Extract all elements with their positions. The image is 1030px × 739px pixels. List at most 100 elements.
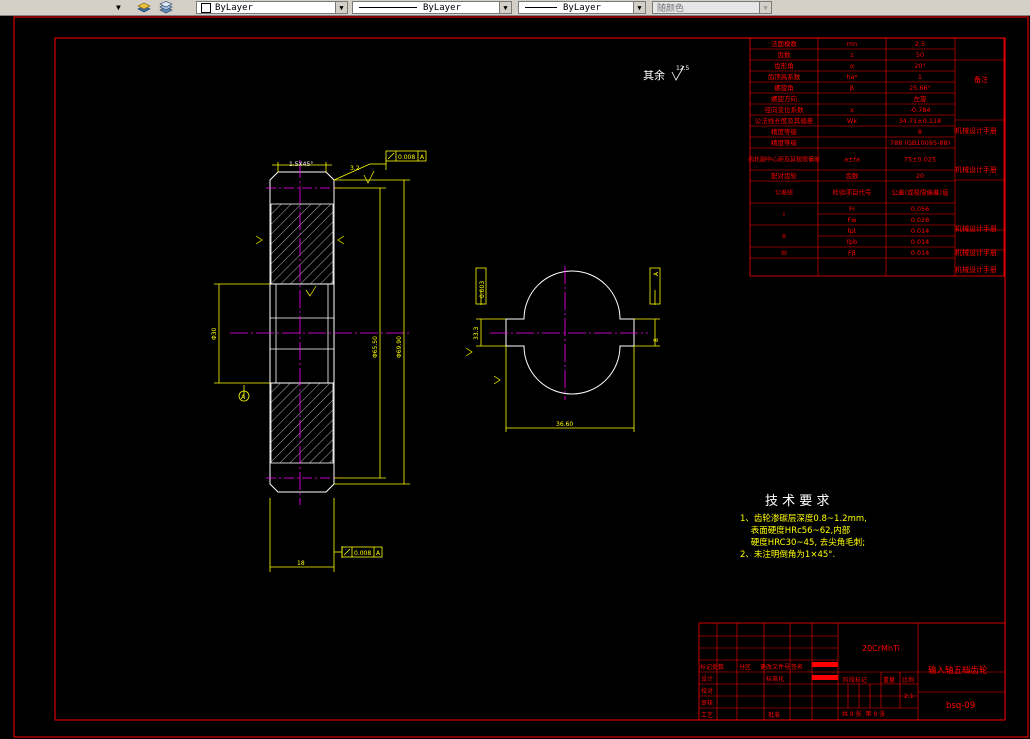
tolerance-value-cell: 0.014 xyxy=(911,238,930,246)
toolbar-leading-dropdown-tail[interactable]: ▼ xyxy=(116,1,132,14)
row-label-process: 工艺 xyxy=(701,711,713,719)
remarks-label: 备注 xyxy=(974,75,988,84)
layers-icon[interactable] xyxy=(137,1,151,14)
datum-marker-label: A xyxy=(241,394,246,401)
title-block: 20CrMnTi 输入轴五档齿轮 bsq-09 阶段标记 重量 比例 2:1 共… xyxy=(698,622,1006,721)
tolerance-symbol-cell: Fr xyxy=(849,205,855,213)
reference-note-3: 机械设计手册 xyxy=(955,224,997,233)
roughness-symbol-icon xyxy=(337,235,345,245)
chevron-down-icon[interactable]: ▼ xyxy=(633,2,645,13)
param-symbol-cell: 齿数 xyxy=(846,171,860,180)
param-symbol-cell: 检验项目代号 xyxy=(833,188,873,197)
chevron-down-icon: ▼ xyxy=(116,3,121,12)
param-name-cell: 公法线长度及其偏差 xyxy=(755,116,814,125)
tolerance-group-cell: I xyxy=(783,211,785,219)
param-value-cell: 788 (GB10095-88) xyxy=(890,139,950,147)
lineweight-control-value: ByLayer xyxy=(563,2,601,13)
plotstyle-control-dropdown[interactable]: 随颜色 ▼ xyxy=(652,1,772,14)
param-name-cell: 配对齿轮 xyxy=(771,171,798,180)
color-swatch-icon xyxy=(201,2,211,13)
tech-req-line-1: 1、齿轮渗碳层深度0.8~1.2mm, xyxy=(740,513,867,524)
scale-value: 2:1 xyxy=(904,693,914,700)
linetype-control-value: ByLayer xyxy=(423,2,461,13)
param-symbol-cell: mn xyxy=(847,40,857,48)
datum-top-label: A xyxy=(420,154,425,161)
runout-arrow-icon xyxy=(387,152,395,160)
tip-diameter-dimension: Φ69.90 xyxy=(396,336,403,358)
tolerance-value-cell: 0.056 xyxy=(911,205,930,213)
technical-requirements: 技 术 要 求 1、齿轮渗碳层深度0.8~1.2mm, 表面硬度HRc56~62… xyxy=(740,494,867,560)
lineweight-control-dropdown[interactable]: ByLayer ▼ xyxy=(518,1,646,14)
param-name-cell: 齿数 xyxy=(778,50,792,59)
roughness-symbol-icon xyxy=(465,347,473,357)
tech-req-line-3: 硬度HRC30~45, 去尖角毛刺; xyxy=(740,537,865,548)
row-label-design: 设计 xyxy=(701,675,713,683)
param-value-cell: 20 xyxy=(916,172,924,180)
tolerance-symbol-cell: Fβ xyxy=(848,249,856,257)
tolerance-symbol-cell: fpt xyxy=(848,227,857,235)
end-view-dimensions xyxy=(476,290,660,432)
param-name-cell: 法面模数 xyxy=(771,39,798,48)
gdt-frame-side-left: 0.003 xyxy=(475,267,487,305)
tolerance-symbol-cell: fpb xyxy=(847,238,858,246)
reference-note-2: 机械设计手册 xyxy=(955,165,997,174)
gdt-frame-bottom: 0.008 A xyxy=(341,546,383,558)
param-name-cell: 齿轮副中心距及其极限偏差 xyxy=(748,156,820,164)
param-value-cell: 1 xyxy=(918,73,922,81)
param-symbol-cell: α xyxy=(850,62,854,70)
scale-label: 比例 xyxy=(902,676,914,684)
tech-req-line-4: 2、未注明倒角为1×45°. xyxy=(740,549,835,560)
approve-label: 批准 xyxy=(768,711,780,719)
col-label-change-doc: 更改文件号 xyxy=(760,663,790,671)
param-symbol-cell: ha* xyxy=(846,73,858,81)
param-value-cell: 25.66° xyxy=(909,84,931,92)
layer-states-icon[interactable] xyxy=(159,1,173,14)
color-control-dropdown[interactable]: ByLayer ▼ xyxy=(196,1,348,14)
row-label-check: 校对 xyxy=(701,687,713,695)
param-name-cell: 径向变位系数 xyxy=(765,105,805,114)
chevron-down-icon[interactable]: ▼ xyxy=(335,2,347,13)
linetype-control-dropdown[interactable]: ByLayer ▼ xyxy=(352,1,512,14)
param-value-cell: 8 xyxy=(918,128,922,136)
param-name-cell: 齿形角 xyxy=(774,61,794,70)
param-symbol-cell: x xyxy=(850,106,854,114)
param-symbol-cell: Wk xyxy=(847,117,857,125)
reference-note-4: 机械设计手册 xyxy=(955,248,997,257)
row-label-review: 审核 xyxy=(701,699,713,707)
pitch-diameter-dimension: Φ65.50 xyxy=(372,336,379,358)
chevron-down-icon[interactable]: ▼ xyxy=(759,2,771,13)
param-symbol-cell: β xyxy=(850,84,854,92)
tolerance-group-cell: III xyxy=(781,249,787,257)
color-control-value: ByLayer xyxy=(215,2,253,13)
col-label-zone: 分区 xyxy=(739,663,751,671)
param-value-cell: 50 xyxy=(916,51,924,59)
param-name-cell: 精度等级 xyxy=(771,127,798,136)
reference-note-5: 机械设计手册 xyxy=(955,265,997,274)
tech-req-title: 技 术 要 求 xyxy=(765,494,829,509)
roughness-symbol-icon xyxy=(363,170,375,184)
drawing-canvas[interactable]: 其余 1 2.5 1.5X45° 3.2 0.008 A 0.008 A 18 Φ… xyxy=(0,16,1030,739)
param-symbol-cell: z xyxy=(850,51,854,59)
col-label-signature: 签名 xyxy=(791,663,803,671)
keyway-height-dimension: 33.3 xyxy=(473,326,480,340)
chevron-down-icon[interactable]: ▼ xyxy=(499,2,511,13)
gear-parameter-table: 法面模数 mn 2.5 齿数 z 50 齿形角 α 20° 齿顶高系数 ha* 1 螺旋角 β 25.66°… xyxy=(748,37,1005,277)
tolerance-symbol-cell: Fw xyxy=(847,216,857,224)
param-value-cell: 20° xyxy=(914,62,926,70)
drawing-number-label: bsq-09 xyxy=(946,701,975,711)
param-value-cell: 2.5 xyxy=(915,40,925,48)
tolerance-side-value: 0.003 xyxy=(479,281,486,298)
gear-end-view xyxy=(490,266,648,400)
param-value-cell: 左旋 xyxy=(914,94,928,103)
drawing-frame-border xyxy=(54,37,1006,721)
stage-label: 阶段标记 xyxy=(843,676,867,684)
tolerance-group-cell: II xyxy=(782,233,786,241)
roughness-symbol-icon xyxy=(255,235,263,245)
weight-label: 重量 xyxy=(883,676,895,684)
tolerance-top-value: 0.008 xyxy=(398,154,415,161)
param-name-cell: 螺旋角 xyxy=(774,83,794,92)
roughness-note: 其余 xyxy=(643,68,665,82)
material-label: 20CrMnTi xyxy=(862,644,900,653)
gear-section-view xyxy=(230,160,412,505)
outer-sheet-border xyxy=(13,16,1029,738)
